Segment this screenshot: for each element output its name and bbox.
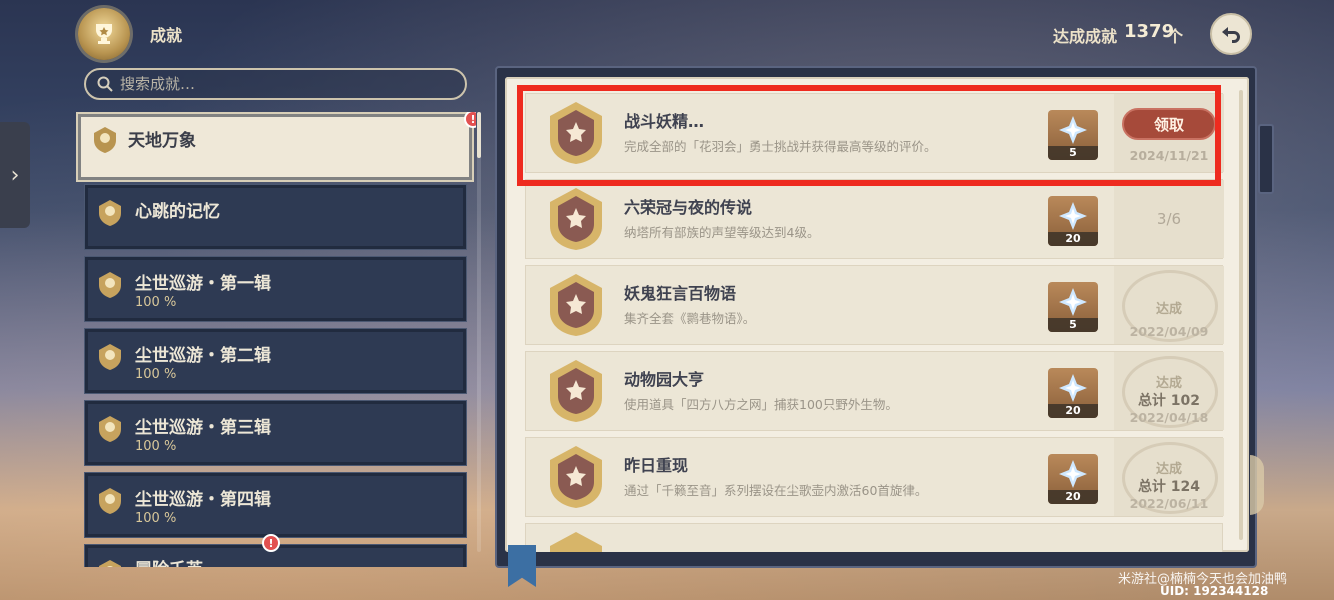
primogem-icon [1059, 288, 1087, 316]
category-progress: 100 % [135, 367, 177, 382]
trophy-emblem-icon [78, 8, 130, 60]
achievement-date: 2022/04/18 [1129, 410, 1209, 425]
category-name: 尘世巡游・第三辑 [135, 418, 271, 438]
achieved-label: 达成 [1155, 462, 1182, 477]
category-badge-icon [99, 488, 121, 514]
achievement-badge-icon [550, 532, 602, 552]
primogem-icon [1059, 202, 1087, 230]
category-badge-icon [99, 416, 121, 442]
category-name: 尘世巡游・第一辑 [135, 274, 271, 294]
category-item[interactable]: 尘世巡游・第四辑 100 % [84, 472, 467, 538]
primogem-icon [1059, 374, 1087, 402]
category-item[interactable]: 尘世巡游・第二辑 100 % [84, 328, 467, 394]
achievement-scrollbar[interactable] [1239, 90, 1243, 540]
side-expand-tab[interactable]: › [0, 122, 30, 228]
achievement-status: 3/6 [1114, 180, 1224, 258]
achieved-label: 达成 [1155, 302, 1182, 317]
back-arrow-icon [1222, 27, 1240, 43]
category-item[interactable]: 尘世巡游・第一辑 100 % [84, 256, 467, 322]
reward-quantity: 5 [1048, 318, 1098, 332]
achievement-count-label: 达成成就 [1053, 27, 1118, 46]
highlight-box [517, 85, 1221, 186]
category-list: 天地万象 ! 心跳的记忆 尘世巡游・第一辑 100 % 尘世巡游・第二辑 100… [76, 112, 476, 567]
category-name: 心跳的记忆 [135, 202, 220, 222]
scrollbar-thumb[interactable] [477, 112, 481, 158]
achievement-title: 六荣冠与夜的传说 [624, 198, 753, 217]
category-progress: 100 % [135, 295, 177, 310]
achievement-badge-icon [550, 446, 602, 508]
category-name: 尘世巡游・第四辑 [135, 490, 271, 510]
achievement-status: 达成 总计 124 2022/06/11 [1114, 438, 1224, 516]
achievement-badge-icon [550, 188, 602, 250]
achievement-title: 动物园大亨 [624, 370, 705, 389]
achievement-count-unit: 个 [1167, 27, 1184, 46]
alert-badge: ! [262, 534, 280, 552]
achievement-row[interactable]: 动物园大亨 使用道具「四方八方之网」捕获100只野外生物。 20 达成 总计 1… [525, 351, 1224, 431]
primogem-icon [1059, 460, 1087, 488]
achievement-desc: 集齐全套《鹮巷物语》。 [624, 311, 756, 326]
uid-label: UID: 192344128 [1160, 584, 1269, 598]
achievement-desc: 纳塔所有部族的声望等级达到4级。 [624, 225, 820, 240]
category-item[interactable]: 心跳的记忆 [84, 184, 467, 250]
achievement-status: 达成 总计 102 2022/04/18 [1114, 352, 1224, 430]
category-badge-icon [94, 127, 116, 153]
reward-item[interactable]: 20 [1048, 368, 1098, 418]
achievement-date: 2022/06/11 [1129, 496, 1209, 511]
achievement-badge-icon [550, 274, 602, 336]
achievement-date: 2022/04/09 [1129, 324, 1209, 339]
achieved-label: 达成 [1155, 376, 1182, 391]
search-input[interactable] [120, 75, 450, 93]
achievement-title: 妖鬼狂言百物语 [624, 284, 737, 303]
category-progress: 100 % [135, 439, 177, 454]
reward-item[interactable]: 5 [1048, 282, 1098, 332]
reward-item[interactable]: 20 [1048, 196, 1098, 246]
achievement-total: 总计 124 [1137, 479, 1201, 495]
achievement-progress: 3/6 [1156, 210, 1182, 228]
achievement-total: 总计 102 [1137, 393, 1201, 409]
search-bar[interactable] [84, 68, 467, 100]
chevron-right-icon: › [10, 162, 20, 188]
back-button[interactable] [1210, 13, 1252, 55]
achievement-desc: 通过「千籁至音」系列摆设在尘歌壶内激活60首旋律。 [624, 483, 928, 498]
book-spine [1258, 124, 1274, 194]
reward-quantity: 20 [1048, 404, 1098, 418]
reward-item[interactable]: 20 [1048, 454, 1098, 504]
achievement-row-partial[interactable] [525, 523, 1223, 552]
category-badge-icon [99, 344, 121, 370]
category-badge-icon [99, 272, 121, 298]
achievement-row[interactable]: 妖鬼狂言百物语 集齐全套《鹮巷物语》。 5 达成 2022/04/09 [525, 265, 1224, 345]
category-item[interactable]: 尘世巡游・第三辑 100 % [84, 400, 467, 466]
achievement-row[interactable]: 六荣冠与夜的传说 纳塔所有部族的声望等级达到4级。 20 3/6 [525, 179, 1224, 259]
achievement-title: 昨日重现 [624, 456, 689, 475]
category-badge-icon [99, 200, 121, 226]
achievement-status: 达成 2022/04/09 [1114, 266, 1224, 344]
alert-badge: ! [464, 112, 476, 128]
achievement-row[interactable]: 昨日重现 通过「千籁至音」系列摆设在尘歌壶内激活60首旋律。 20 达成 总计 … [525, 437, 1224, 517]
reward-quantity: 20 [1048, 232, 1098, 246]
category-progress: 100 % [135, 511, 177, 526]
category-item-selected[interactable]: 天地万象 ! [76, 112, 476, 182]
search-icon [97, 76, 113, 92]
category-name: 冒险壬芙 [135, 555, 203, 567]
page-title: 成就 [150, 26, 183, 45]
achievement-badge-icon [550, 360, 602, 422]
category-name: 天地万象 [128, 131, 196, 151]
category-name: 尘世巡游・第二辑 [135, 346, 271, 366]
category-badge-icon [99, 560, 121, 567]
achievement-desc: 使用道具「四方八方之网」捕获100只野外生物。 [624, 397, 898, 412]
reward-quantity: 20 [1048, 490, 1098, 504]
book-edge [1250, 455, 1264, 515]
category-scrollbar[interactable] [477, 112, 481, 552]
